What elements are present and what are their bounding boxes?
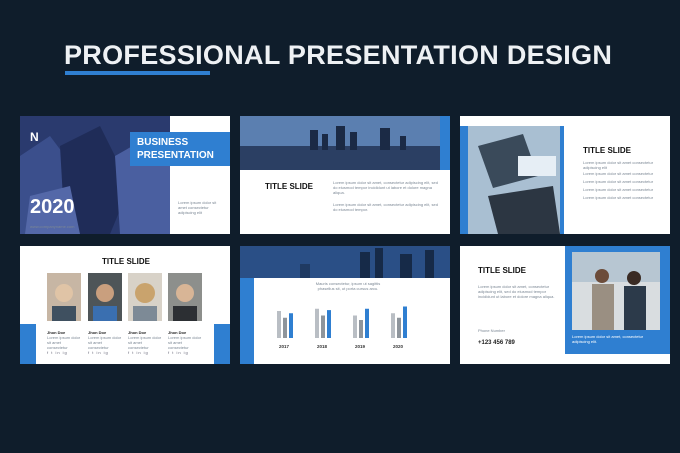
chart-caption: Mauris consectetur, ipsum ut sagittis ph…	[315, 281, 381, 291]
slide-thumbnail-5[interactable]: Mauris consectetur, ipsum ut sagittis ph…	[240, 246, 450, 364]
chart-bar	[365, 308, 369, 338]
website-text: www.companyname.com	[30, 224, 75, 229]
chart-bar	[403, 306, 407, 338]
accent-stripe	[240, 278, 254, 364]
social-icons: f t in ig	[168, 350, 189, 355]
team-member: Jhon Doe Lorem ipsum dolor sit amet cons…	[168, 273, 202, 355]
chart-bar	[359, 320, 363, 338]
slide-thumbnail-3[interactable]: TITLE SLIDE Lorem ipsum dolor sit amet c…	[460, 116, 670, 234]
member-desc: Lorem ipsum dolor sit amet consectetur	[47, 335, 81, 350]
body-text-2: Lorem ipsum dolor sit amet, consectetur …	[333, 202, 438, 212]
panel-text: Lorem ipsum dolor sit amet, consectetur …	[572, 334, 644, 344]
slide-title: TITLE SLIDE	[478, 266, 526, 275]
bullet-item: Lorem ipsum dolor sit amet consectetur	[583, 187, 654, 192]
logo-mark: N	[30, 130, 39, 144]
chart-bar	[289, 313, 293, 338]
chart-bar	[327, 310, 331, 338]
slide-thumbnail-4[interactable]: TITLE SLIDE Jhon Doe Lorem ipsum dolor s…	[20, 246, 230, 364]
slide-title: TITLE SLIDE	[102, 257, 150, 266]
body-text: Lorem ipsum dolor sit amet, consectetur …	[478, 284, 555, 299]
bullet-item: Lorem ipsum dolor sit amet consectetur	[583, 171, 654, 176]
team-member: Jhon Doe Lorem ipsum dolor sit amet cons…	[128, 273, 162, 355]
intro-text: Lorem ipsum dolor sit amet consectetur a…	[583, 160, 654, 170]
chart-bar	[277, 311, 281, 338]
bullet-list: Lorem ipsum dolor sit amet consectetur L…	[583, 171, 663, 200]
skyline-photo	[240, 116, 440, 170]
chart-category-label: 2020	[393, 344, 404, 349]
slide-thumbnail-1[interactable]: N BUSINESS PRESENTATION 2020 Lorem ipsum…	[20, 116, 230, 234]
chart-category-label: 2019	[355, 344, 366, 349]
social-icons: f t in ig	[88, 350, 109, 355]
chart-category-label: 2017	[279, 344, 290, 349]
avatar	[168, 273, 202, 321]
chart-bar	[315, 308, 319, 338]
slide-title: TITLE SLIDE	[265, 182, 313, 191]
headline-underline	[65, 71, 210, 75]
skyline-photo	[240, 246, 450, 278]
chart-category-label: 2018	[317, 344, 328, 349]
slide-thumbnail-2[interactable]: TITLE SLIDE Lorem ipsum dolor sit amet, …	[240, 116, 450, 234]
business-photo	[572, 252, 660, 330]
avatar	[88, 273, 122, 321]
avatar	[128, 273, 162, 321]
year-label: 2020	[30, 196, 75, 218]
phone-label: Phone Number	[478, 328, 505, 333]
body-text-1: Lorem ipsum dolor sit amet, consectetur …	[333, 180, 438, 195]
title-line-2: PRESENTATION	[137, 150, 214, 161]
slide-thumbnail-6[interactable]: TITLE SLIDE Lorem ipsum dolor sit amet, …	[460, 246, 670, 364]
phone-number: +123 456 789	[478, 340, 515, 346]
bullet-item: Lorem ipsum dolor sit amet consectetur	[583, 195, 654, 200]
chart-bar	[397, 317, 401, 338]
chart-bar	[391, 313, 395, 338]
laptop-photo	[468, 126, 560, 234]
social-icons: f t in ig	[128, 350, 149, 355]
member-desc: Lorem ipsum dolor sit amet consectetur	[128, 335, 162, 350]
social-icons: f t in ig	[47, 350, 68, 355]
slide-title: TITLE SLIDE	[583, 146, 631, 155]
chart-bar	[321, 315, 325, 338]
headline: PROFESSIONAL PRESENTATION DESIGN	[64, 40, 613, 70]
chart-bar	[353, 315, 357, 338]
accent-stripe	[440, 116, 450, 170]
member-desc: Lorem ipsum dolor sit amet consectetur	[168, 335, 202, 350]
member-desc: Lorem ipsum dolor sit amet consectetur	[88, 335, 122, 350]
intro-text: Lorem ipsum dolor sit amet consectetur a…	[178, 200, 217, 215]
chart-bar	[283, 317, 287, 338]
title-line-1: BUSINESS	[137, 137, 189, 148]
bullet-item: Lorem ipsum dolor sit amet consectetur	[583, 179, 654, 184]
avatar	[47, 273, 81, 321]
team-member: Jhon Doe Lorem ipsum dolor sit amet cons…	[88, 273, 122, 355]
team-member: Jhon Doe Lorem ipsum dolor sit amet cons…	[47, 273, 81, 355]
bar-chart: 2017 2018 2019 2020	[277, 306, 407, 349]
